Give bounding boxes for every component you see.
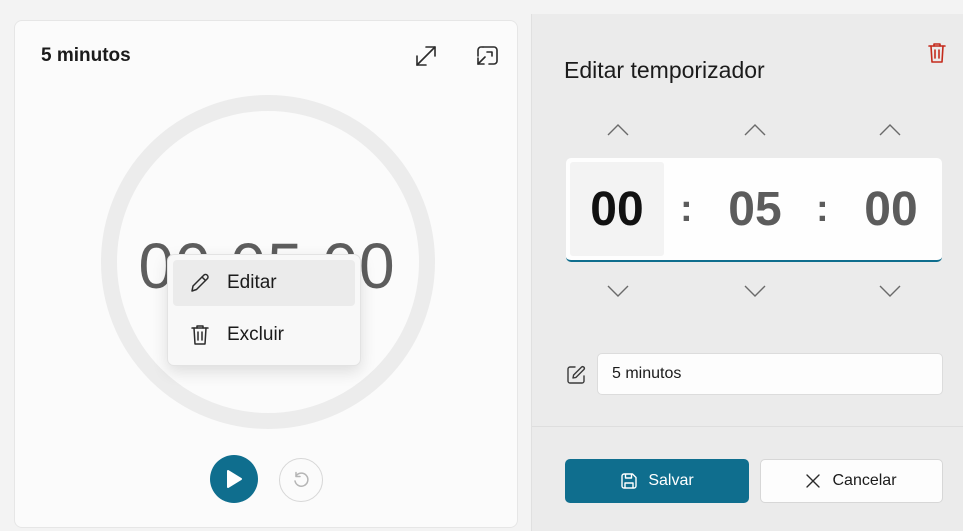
chevron-down-icon: [607, 285, 629, 297]
delete-timer-button[interactable]: [923, 38, 951, 68]
save-button[interactable]: Salvar: [565, 459, 749, 503]
reset-icon: [294, 471, 309, 487]
chevron-down-icon: [744, 285, 766, 297]
play-button[interactable]: [210, 455, 258, 503]
seconds-decrement-button[interactable]: [870, 276, 910, 306]
time-separator: :: [680, 188, 693, 230]
minutes-field[interactable]: 05: [708, 162, 802, 256]
context-menu: Editar Excluir: [167, 254, 361, 366]
trash-icon: [928, 43, 946, 63]
seconds-increment-button[interactable]: [870, 115, 910, 145]
chevron-up-icon: [607, 124, 629, 136]
menu-item-delete[interactable]: Excluir: [173, 312, 355, 358]
save-icon: [621, 473, 638, 489]
compact-overlay-button[interactable]: [470, 39, 504, 73]
trash-icon: [191, 325, 209, 345]
menu-item-edit-label: Editar: [227, 272, 277, 293]
reset-button[interactable]: [279, 458, 323, 502]
chevron-up-icon: [744, 124, 766, 136]
close-icon: [806, 474, 821, 488]
panel-divider: [532, 426, 963, 427]
panel-title: Editar temporizador: [564, 57, 765, 83]
hours-decrement-button[interactable]: [598, 276, 638, 306]
play-icon: [227, 470, 242, 488]
timer-name-input[interactable]: [597, 353, 943, 395]
minutes-decrement-button[interactable]: [735, 276, 775, 306]
pencil-icon: [191, 273, 209, 292]
menu-item-delete-label: Excluir: [227, 324, 285, 345]
time-picker: 00 : 05 : 00: [566, 158, 942, 262]
seconds-field[interactable]: 00: [844, 162, 938, 256]
cancel-button-label: Cancelar: [832, 472, 897, 489]
app-window: 5 minutos 00:05:00: [0, 0, 963, 531]
time-separator: :: [816, 188, 829, 230]
chevron-up-icon: [879, 124, 901, 136]
compact-overlay-icon: [477, 46, 498, 65]
edit-name-icon: [567, 365, 586, 384]
expand-button[interactable]: [409, 39, 443, 73]
hours-field[interactable]: 00: [570, 162, 664, 256]
save-button-label: Salvar: [648, 472, 694, 489]
minutes-increment-button[interactable]: [735, 115, 775, 145]
chevron-down-icon: [879, 285, 901, 297]
expand-icon: [416, 46, 436, 66]
timer-card: 5 minutos 00:05:00: [14, 20, 518, 528]
cancel-button[interactable]: Cancelar: [760, 459, 943, 503]
edit-timer-panel: Editar temporizador 00 : 05 : 00 5 minut…: [531, 14, 963, 531]
menu-item-edit[interactable]: Editar: [173, 260, 355, 306]
hours-increment-button[interactable]: [598, 115, 638, 145]
timer-title: 5 minutos: [41, 45, 131, 66]
